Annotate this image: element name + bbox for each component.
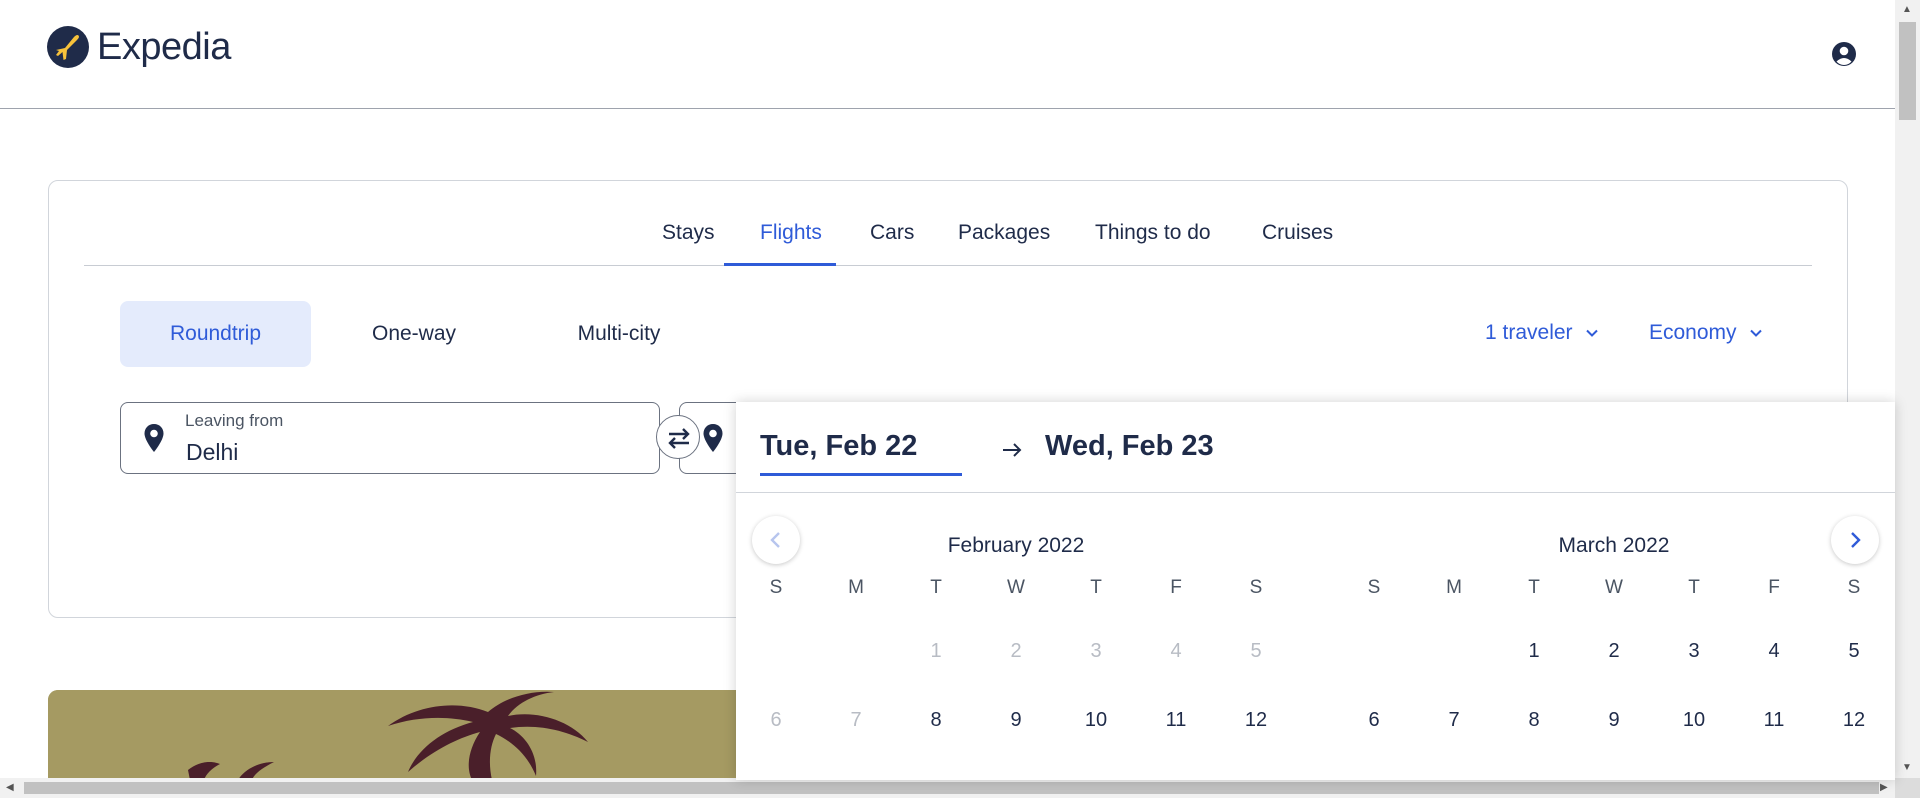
weekday-label: T xyxy=(930,577,942,598)
product-tabs: Stays Flights Cars Packages Things to do… xyxy=(84,181,1812,266)
calendar-day: 3 xyxy=(1090,640,1102,662)
vertical-scrollbar-thumb[interactable] xyxy=(1899,22,1916,120)
tab-stays[interactable]: Stays xyxy=(662,221,715,266)
leaving-from-field[interactable]: Leaving from Delhi xyxy=(120,402,660,474)
horizontal-scrollbar-thumb[interactable] xyxy=(24,782,1879,794)
travelers-label: 1 traveler xyxy=(1485,321,1573,344)
scroll-right-arrow-icon[interactable]: ▶ xyxy=(1880,782,1888,793)
calendar-day[interactable]: 4 xyxy=(1734,610,1814,676)
arrow-right-icon xyxy=(1003,443,1022,457)
calendar-day[interactable]: 11 xyxy=(1734,679,1814,745)
weekday-label: S xyxy=(1367,577,1381,598)
tab-cruises[interactable]: Cruises xyxy=(1262,221,1333,266)
location-pin-icon xyxy=(144,424,164,452)
month-title-march: March 2022 xyxy=(1558,534,1670,557)
calendar-day-empty xyxy=(1334,610,1414,676)
swap-locations-button[interactable] xyxy=(656,415,700,459)
swap-icon xyxy=(668,428,690,449)
brand-name: Expedia xyxy=(97,26,231,68)
calendar-day[interactable]: 2 xyxy=(1574,610,1654,676)
weekday-label: T xyxy=(1528,577,1540,598)
weekday-label: S xyxy=(1249,577,1263,598)
weekday-label: M xyxy=(848,577,864,598)
travelers-dropdown[interactable]: 1 traveler xyxy=(1485,321,1599,345)
date-picker-header: Tue, Feb 22 Wed, Feb 23 xyxy=(736,402,1895,493)
calendar-day[interactable]: 6 xyxy=(1334,679,1414,745)
chevron-down-icon xyxy=(1749,329,1762,337)
week-row: 1 2 3 4 5 xyxy=(1334,610,1894,676)
calendar-day-empty xyxy=(736,610,816,676)
scrollbar-corner xyxy=(1895,778,1920,798)
calendar-day[interactable]: 9 xyxy=(1574,679,1654,745)
weekday-label: S xyxy=(769,577,783,598)
calendar-day-empty xyxy=(1414,610,1494,676)
weekday-label: S xyxy=(1847,577,1861,598)
roundtrip-option[interactable]: Roundtrip xyxy=(120,301,311,367)
expedia-logo[interactable]: Expedia xyxy=(47,26,231,68)
weekday-header-row: S M T W T F S xyxy=(736,577,1296,607)
tab-cars[interactable]: Cars xyxy=(870,221,914,266)
calendar-day: 5 xyxy=(1250,640,1262,662)
calendar-day[interactable]: 3 xyxy=(1654,610,1734,676)
destination-hero-image xyxy=(48,690,808,780)
scroll-left-arrow-icon[interactable]: ◀ xyxy=(6,782,14,793)
week-row: 6 7 8 9 10 11 12 xyxy=(736,679,1296,745)
leaving-from-label: Leaving from xyxy=(185,411,284,430)
top-header: Expedia xyxy=(0,0,1895,109)
calendar-day[interactable]: 9 xyxy=(976,679,1056,745)
week-row: 6 7 8 9 10 11 12 xyxy=(1334,679,1894,745)
month-grid-march: S M T W T F S 1 2 3 4 5 6 7 8 9 10 11 12 xyxy=(1334,577,1894,745)
date-picker: Tue, Feb 22 Wed, Feb 23 February 2022 S … xyxy=(736,402,1895,780)
tab-flights[interactable]: Flights xyxy=(760,221,822,266)
calendar-day: 4 xyxy=(1170,640,1182,662)
calendar-day[interactable]: 10 xyxy=(1654,679,1734,745)
calendar-day: 1 xyxy=(930,640,942,662)
weekday-label: T xyxy=(1090,577,1102,598)
calendar-day: 7 xyxy=(850,709,862,731)
weekday-label: W xyxy=(1605,577,1623,598)
leaving-from-value: Delhi xyxy=(186,439,239,465)
calendar-day[interactable]: 10 xyxy=(1056,679,1136,745)
tab-things-to-do[interactable]: Things to do xyxy=(1095,221,1211,266)
calendar-day: 2 xyxy=(1010,640,1022,662)
multi-city-option[interactable]: Multi-city xyxy=(534,301,704,367)
cabin-class-label: Economy xyxy=(1649,321,1737,344)
account-icon[interactable] xyxy=(1831,41,1857,67)
cabin-class-dropdown[interactable]: Economy xyxy=(1649,321,1763,345)
plane-logo-icon xyxy=(47,26,89,68)
month-title-february: February 2022 xyxy=(947,534,1085,557)
weekday-label: F xyxy=(1768,577,1780,598)
active-tab-indicator xyxy=(724,263,836,266)
weekday-header-row: S M T W T F S xyxy=(1334,577,1894,607)
calendar-day[interactable]: 1 xyxy=(1494,610,1574,676)
return-date[interactable]: Wed, Feb 23 xyxy=(1045,430,1214,463)
calendar-day[interactable]: 11 xyxy=(1136,679,1216,745)
weekday-label: F xyxy=(1170,577,1182,598)
calendar-day[interactable]: 8 xyxy=(896,679,976,745)
calendar-day[interactable]: 8 xyxy=(1494,679,1574,745)
weekday-label: W xyxy=(1007,577,1025,598)
calendar-day[interactable]: 12 xyxy=(1814,679,1894,745)
departure-date[interactable]: Tue, Feb 22 xyxy=(760,430,917,463)
scroll-down-arrow-icon[interactable]: ▼ xyxy=(1902,762,1912,773)
calendar-day[interactable]: 7 xyxy=(1414,679,1494,745)
scroll-up-arrow-icon[interactable]: ▲ xyxy=(1902,4,1912,15)
calendar-day[interactable]: 5 xyxy=(1814,610,1894,676)
weekday-label: T xyxy=(1688,577,1700,598)
calendar-day[interactable]: 12 xyxy=(1216,679,1296,745)
calendar-day: 6 xyxy=(770,709,782,731)
week-row: 1 2 3 4 5 xyxy=(736,610,1296,676)
calendar-day-empty xyxy=(816,610,896,676)
tab-packages[interactable]: Packages xyxy=(958,221,1050,266)
departure-date-indicator xyxy=(760,473,962,476)
chevron-down-icon xyxy=(1585,329,1598,337)
month-grid-february: S M T W T F S 1 2 3 4 5 6 7 8 9 10 11 12 xyxy=(736,577,1296,745)
one-way-option[interactable]: One-way xyxy=(334,301,494,367)
location-pin-icon xyxy=(703,424,723,452)
weekday-label: M xyxy=(1446,577,1462,598)
